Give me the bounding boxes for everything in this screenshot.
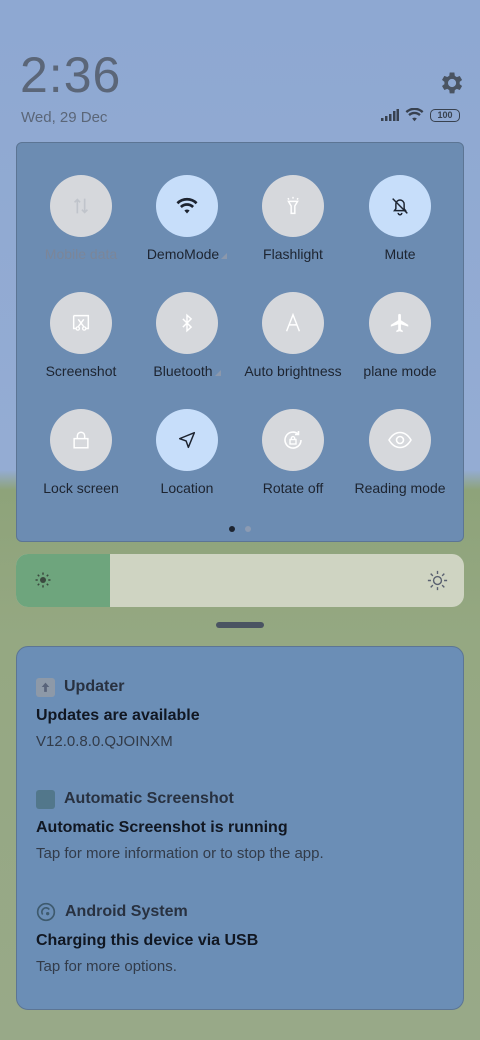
updater-arrow-icon: [36, 677, 55, 697]
panel-drag-handle[interactable]: [216, 622, 264, 628]
notification-header: Updater: [36, 675, 456, 699]
battery-icon: 100: [430, 108, 460, 122]
tile-screenshot[interactable]: Screenshot: [25, 292, 137, 379]
android-system-icon: [36, 902, 56, 922]
tile-label-text: DemoMode: [146, 246, 220, 262]
lock-icon: [73, 431, 89, 449]
tile-airplane-mode[interactable]: plane mode: [344, 292, 456, 379]
tile-circle[interactable]: [156, 175, 218, 237]
notification-android-system[interactable]: Android System Charging this device via …: [36, 900, 456, 975]
tile-label: plane mode: [363, 363, 437, 379]
tile-label-text: Bluetooth: [153, 363, 213, 379]
tile-auto-brightness[interactable]: Auto brightness: [237, 292, 349, 379]
tile-location[interactable]: Location: [131, 409, 243, 496]
notification-title: Updates are available: [36, 707, 200, 724]
rotate-icon: [284, 431, 302, 449]
tile-label: Rotate off: [262, 480, 324, 496]
notification-body: Tap for more information or to stop the …: [36, 845, 324, 862]
page-dot-active: [229, 526, 235, 532]
notification-title: Automatic Screenshot is running: [36, 819, 288, 836]
settings-gear-icon[interactable]: [437, 69, 465, 97]
status-bar-icons: 100: [381, 108, 460, 122]
tile-label: DemoMode: [131, 246, 243, 262]
wifi-icon: [176, 197, 198, 214]
tile-circle[interactable]: [369, 409, 431, 471]
tile-label: Flashlight: [263, 246, 323, 262]
brightness-high-icon: [427, 570, 448, 591]
auto-brightness-icon: [285, 312, 301, 332]
signal-icon: [381, 109, 399, 121]
quick-settings-panel: Mobile data DemoMode Flashlight Mute Scr…: [16, 142, 464, 542]
tile-circle[interactable]: [262, 409, 324, 471]
tile-lock-screen[interactable]: Lock screen: [25, 409, 137, 496]
tile-circle[interactable]: [262, 292, 324, 354]
mute-bell-icon: [392, 198, 408, 216]
tile-label: Lock screen: [43, 480, 119, 496]
tile-circle[interactable]: [50, 292, 112, 354]
wifi-status-icon: [405, 108, 424, 122]
tile-circle[interactable]: [156, 292, 218, 354]
notification-app-name: Automatic Screenshot: [64, 790, 234, 807]
notification-title: Charging this device via USB: [36, 932, 259, 949]
tile-demomode[interactable]: DemoMode: [131, 175, 243, 262]
tile-label: Reading mode: [354, 480, 446, 496]
notification-header: Automatic Screenshot: [36, 787, 456, 811]
tile-circle[interactable]: [156, 409, 218, 471]
notification-app-name: Android System: [65, 903, 188, 920]
tile-label: Mute: [384, 246, 416, 262]
tile-reading-mode[interactable]: Reading mode: [344, 409, 456, 496]
screenshot-icon: [72, 314, 90, 331]
tile-rotate-off[interactable]: Rotate off: [237, 409, 349, 496]
page-dot: [245, 526, 251, 532]
tile-label: Auto brightness: [244, 363, 342, 379]
tile-mobile-data[interactable]: Mobile data: [25, 175, 137, 262]
notification-automatic-screenshot[interactable]: Automatic Screenshot Automatic Screensho…: [36, 787, 456, 862]
expand-arrow-icon: [221, 253, 228, 259]
tile-bluetooth[interactable]: Bluetooth: [131, 292, 243, 379]
airplane-icon: [390, 313, 409, 333]
notification-header: Android System: [36, 900, 456, 924]
tile-circle[interactable]: [50, 175, 112, 237]
date-label: Wed, 29 Dec: [21, 109, 108, 126]
tile-mute[interactable]: Mute: [344, 175, 456, 262]
flashlight-icon: [287, 196, 299, 215]
tile-label: Screenshot: [45, 363, 117, 379]
notification-body: V12.0.8.0.QJOINXM: [36, 733, 173, 750]
tile-circle[interactable]: [369, 175, 431, 237]
page-indicator: [229, 526, 251, 532]
eye-icon: [388, 431, 412, 449]
brightness-slider[interactable]: [16, 554, 464, 607]
tile-label: Mobile data: [44, 246, 118, 262]
tile-circle[interactable]: [262, 175, 324, 237]
tile-circle[interactable]: [50, 409, 112, 471]
notification-app-name: Updater: [64, 678, 125, 695]
tile-label: Bluetooth: [131, 363, 243, 379]
mobile-data-icon: [73, 198, 89, 214]
tile-circle[interactable]: [369, 292, 431, 354]
notifications-panel: Updater Updates are available V12.0.8.0.…: [16, 646, 464, 1010]
notification-updater[interactable]: Updater Updates are available V12.0.8.0.…: [36, 675, 456, 750]
brightness-low-icon: [35, 572, 51, 588]
app-square-icon: [36, 789, 55, 809]
notification-body: Tap for more options.: [36, 958, 177, 975]
brightness-fill: [16, 554, 111, 607]
clock-time: 2:36: [20, 47, 122, 103]
bluetooth-icon: [182, 313, 193, 333]
tile-flashlight[interactable]: Flashlight: [237, 175, 349, 262]
location-arrow-icon: [178, 431, 196, 449]
tile-label: Location: [160, 480, 214, 496]
expand-arrow-icon: [214, 370, 221, 376]
